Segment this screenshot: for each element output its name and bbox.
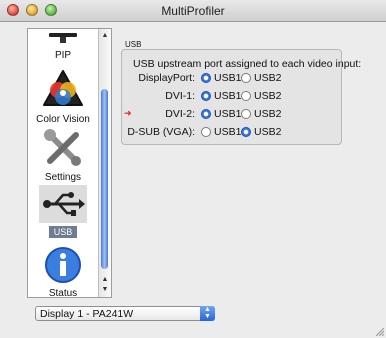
row-label: DVI-1: <box>165 90 195 102</box>
info-icon <box>45 247 81 283</box>
resize-grip-icon[interactable] <box>376 328 384 336</box>
usb-row-dvi1: DVI-1: USB1 USB2 <box>165 90 282 102</box>
usb-row-dvi2: ➜ DVI-2: USB1 USB2 <box>124 108 282 120</box>
sidebar-item-color-vision[interactable]: Color Vision <box>28 69 98 125</box>
sidebar-item-label: USB <box>48 226 78 238</box>
row-label: DVI-2: <box>165 108 195 120</box>
app-window: MultiProfiler PIP Color Vision Settings … <box>0 0 386 338</box>
sidebar-scrollbar[interactable]: ▲ ▲ ▼ <box>98 29 111 297</box>
window-title: MultiProfiler <box>161 4 225 18</box>
sidebar-item-usb[interactable]: USB <box>28 185 98 238</box>
sidebar-item-settings[interactable]: Settings <box>28 127 98 183</box>
display-select[interactable]: Display 1 - PA241W ▲ ▼ <box>35 306 215 321</box>
usb-row-displayport: DisplayPort: USB1 USB2 <box>138 72 282 84</box>
display-select-value: Display 1 - PA241W <box>40 308 134 320</box>
chevron-updown-icon[interactable]: ▲ ▼ <box>200 306 215 321</box>
usb-row-dsub: D-SUB (VGA): USB1 USB2 <box>127 126 282 138</box>
sidebar-item-status[interactable]: Status <box>28 245 98 298</box>
title-bar: MultiProfiler <box>0 0 386 22</box>
usb-icon <box>43 192 85 216</box>
sidebar-item-label: Settings <box>44 172 82 183</box>
scroll-up-icon[interactable]: ▲ <box>99 31 111 41</box>
sidebar: PIP Color Vision Settings USB Status ▲ ▲… <box>27 28 112 298</box>
sidebar-item-label: PIP <box>54 50 72 61</box>
scroll-down-icon[interactable]: ▼ <box>99 285 111 295</box>
usb-heading: USB upstream port assigned to each video… <box>133 58 362 70</box>
scroll-up-icon[interactable]: ▲ <box>99 275 111 285</box>
sidebar-item-label: Status <box>48 288 78 298</box>
settings-icon <box>44 129 81 166</box>
color-vision-icon <box>43 70 83 106</box>
group-label: USB <box>125 40 142 49</box>
pip-icon <box>49 33 77 43</box>
scroll-thumb[interactable] <box>101 89 108 269</box>
sidebar-item-pip[interactable]: PIP <box>28 31 98 61</box>
row-label: DisplayPort: <box>138 72 195 84</box>
sidebar-item-label: Color Vision <box>36 114 90 125</box>
row-label: D-SUB (VGA): <box>127 126 195 138</box>
current-input-arrow-icon: ➜ <box>124 108 132 118</box>
